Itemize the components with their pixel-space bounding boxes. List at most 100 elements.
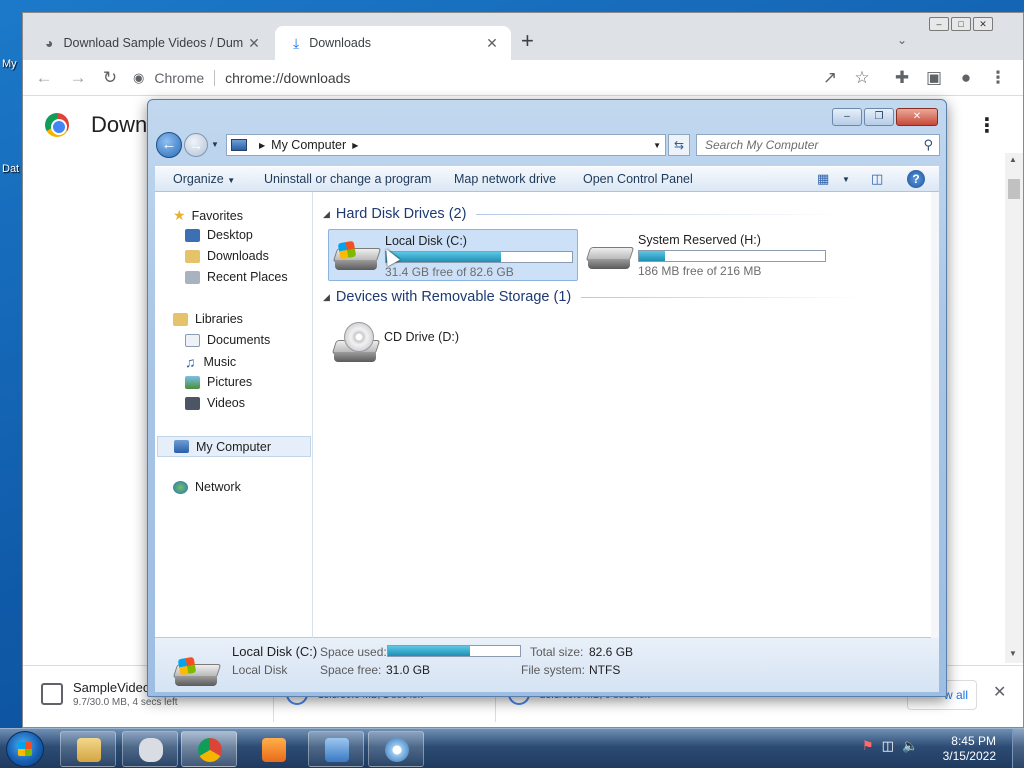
network-tray-icon[interactable]: ◫ [882, 738, 894, 754]
cd-drive-icon [331, 322, 381, 362]
close-button[interactable]: ✕ [896, 108, 938, 126]
scroll-thumb[interactable] [1008, 179, 1020, 199]
side-panel-icon[interactable]: ▣ [923, 67, 945, 89]
command-bar: Organize ▼ Uninstall or change a program… [155, 166, 939, 192]
recent-pages-chevron-icon[interactable]: ▼ [211, 140, 219, 149]
nav-videos[interactable]: Videos [185, 396, 245, 410]
tab-search-chevron-icon[interactable]: ⌄ [897, 33, 907, 47]
scroll-up-icon[interactable]: ▲ [1009, 155, 1017, 164]
nav-recent-places[interactable]: Recent Places [185, 270, 288, 284]
content-pane: ◢ Hard Disk Drives (2) Local Disk (C:) 3… [315, 192, 939, 638]
action-center-flag-icon[interactable]: ⚑ [862, 738, 874, 754]
map-network-drive-button[interactable]: Map network drive [454, 172, 556, 186]
details-pane: Local Disk (C:) Local Disk Space used: S… [155, 638, 939, 692]
close-button[interactable]: ✕ [973, 17, 993, 31]
nav-documents[interactable]: Documents [185, 333, 270, 347]
extensions-puzzle-icon[interactable]: ✚ [891, 67, 913, 89]
forward-button[interactable]: → [184, 133, 208, 157]
volume-icon[interactable]: 🔈 [902, 738, 918, 754]
nav-pictures[interactable]: Pictures [185, 375, 252, 389]
drive-local-disk-c[interactable]: Local Disk (C:) 31.4 GB free of 82.6 GB [328, 229, 578, 281]
omnibox-divider [214, 70, 216, 86]
total-size-label: Total size: [530, 645, 584, 659]
uninstall-program-button[interactable]: Uninstall or change a program [264, 172, 431, 186]
download-status: 9.7/30.0 MB, 4 secs left [73, 697, 178, 708]
drive-cd-d[interactable]: CD Drive (D:) [328, 316, 488, 366]
collapse-triangle-icon[interactable]: ◢ [323, 292, 330, 303]
organize-button[interactable]: Organize ▼ [173, 172, 235, 186]
taskbar-explorer[interactable] [60, 731, 116, 767]
hard-drive-windows-icon [172, 652, 222, 692]
clock[interactable]: 8:45 PM 3/15/2022 [926, 734, 996, 764]
computer-icon [174, 440, 189, 453]
show-desktop-button[interactable] [1012, 729, 1024, 768]
scroll-down-icon[interactable]: ▼ [1009, 649, 1017, 658]
drive-name: System Reserved (H:) [638, 233, 761, 247]
taskbar-my-computer[interactable] [308, 731, 364, 767]
nav-favorites[interactable]: ★ Favorites [173, 207, 243, 224]
open-control-panel-button[interactable]: Open Control Panel [583, 172, 693, 186]
taskbar-safari[interactable] [368, 731, 424, 767]
minimize-button[interactable]: – [929, 17, 949, 31]
address-dropdown-icon[interactable]: ▼ [653, 141, 661, 150]
desktop-icon-label[interactable]: Dat [2, 163, 19, 175]
new-tab-button[interactable]: + [521, 30, 534, 52]
collapse-triangle-icon[interactable]: ◢ [323, 209, 330, 220]
address-bar[interactable]: ▶ My Computer ▶ ▼ [226, 134, 666, 156]
back-arrow-icon[interactable]: ← [33, 67, 55, 89]
nav-network[interactable]: Network [173, 480, 241, 494]
view-chevron-icon[interactable]: ▼ [842, 175, 850, 184]
folder-icon [77, 738, 101, 762]
tab-sample-videos[interactable]: ◕ Download Sample Videos / Dum ✕ [27, 26, 273, 60]
nav-libraries[interactable]: Libraries [173, 312, 243, 326]
forward-arrow-icon[interactable]: → [67, 67, 89, 89]
downloads-menu-icon[interactable]: ⋮ [977, 113, 997, 138]
space-free-label: Space free: [320, 663, 382, 677]
url-text: chrome://downloads [225, 70, 351, 86]
breadcrumb-arrow-icon[interactable]: ▶ [259, 141, 265, 150]
details-drive-type: Local Disk [232, 663, 288, 677]
nav-desktop[interactable]: Desktop [185, 228, 253, 242]
close-shelf-icon[interactable]: ✕ [993, 682, 1006, 702]
preview-pane-icon[interactable]: ◫ [871, 171, 883, 187]
taskbar-mouse-app[interactable] [122, 731, 178, 767]
nav-downloads[interactable]: Downloads [185, 249, 269, 263]
close-tab-icon[interactable]: ✕ [483, 35, 501, 52]
restore-button[interactable]: ❐ [864, 108, 894, 126]
tab-downloads[interactable]: ⤓ Downloads ✕ [275, 26, 511, 60]
breadcrumb-arrow-icon[interactable]: ▶ [352, 141, 358, 150]
maximize-button[interactable]: □ [951, 17, 971, 31]
desktop-icon-label[interactable]: My [2, 58, 17, 70]
view-options-icon[interactable]: ▦ [817, 171, 829, 187]
drive-system-reserved-h[interactable]: System Reserved (H:) 186 MB free of 216 … [582, 229, 842, 281]
group-header-hard-disks[interactable]: ◢ Hard Disk Drives (2) [323, 206, 847, 222]
omnibox[interactable]: ◉ Chrome chrome://downloads [133, 64, 909, 92]
help-icon[interactable]: ? [907, 170, 925, 188]
explorer-window-controls: – ❐ ✕ [832, 108, 938, 126]
explorer-window: – ❐ ✕ ← → ▼ ▶ My Computer ▶ ▼ ⇆ Search M… [147, 99, 947, 697]
breadcrumb-my-computer[interactable]: My Computer [271, 138, 346, 152]
refresh-icon[interactable]: ⇆ [668, 134, 690, 156]
chrome-menu-icon[interactable]: ⋮ [987, 67, 1009, 89]
reload-icon[interactable]: ↻ [99, 67, 121, 89]
bookmark-star-icon[interactable]: ☆ [851, 67, 873, 89]
content-scrollbar[interactable] [931, 192, 939, 638]
profile-avatar-icon[interactable]: ● [955, 67, 977, 89]
back-button[interactable]: ← [156, 132, 182, 158]
minimize-button[interactable]: – [832, 108, 862, 126]
file-system-value: NTFS [589, 663, 621, 677]
page-scrollbar[interactable]: ▲ ▼ [1005, 153, 1023, 663]
nav-music[interactable]: ♫ Music [185, 354, 236, 370]
star-icon: ★ [173, 207, 186, 223]
group-header-removable[interactable]: ◢ Devices with Removable Storage (1) [323, 289, 862, 305]
search-icon[interactable]: ⚲ [923, 137, 933, 153]
close-tab-icon[interactable]: ✕ [245, 35, 263, 52]
chrome-icon [198, 738, 222, 762]
nav-my-computer[interactable]: My Computer [157, 436, 311, 457]
start-button[interactable] [6, 731, 44, 767]
taskbar-chrome[interactable] [181, 731, 237, 767]
download-icon: ⤓ [293, 34, 300, 51]
search-input[interactable]: Search My Computer ⚲ [696, 134, 940, 156]
taskbar-media-player[interactable] [245, 731, 301, 767]
share-icon[interactable]: ↗ [819, 67, 841, 89]
